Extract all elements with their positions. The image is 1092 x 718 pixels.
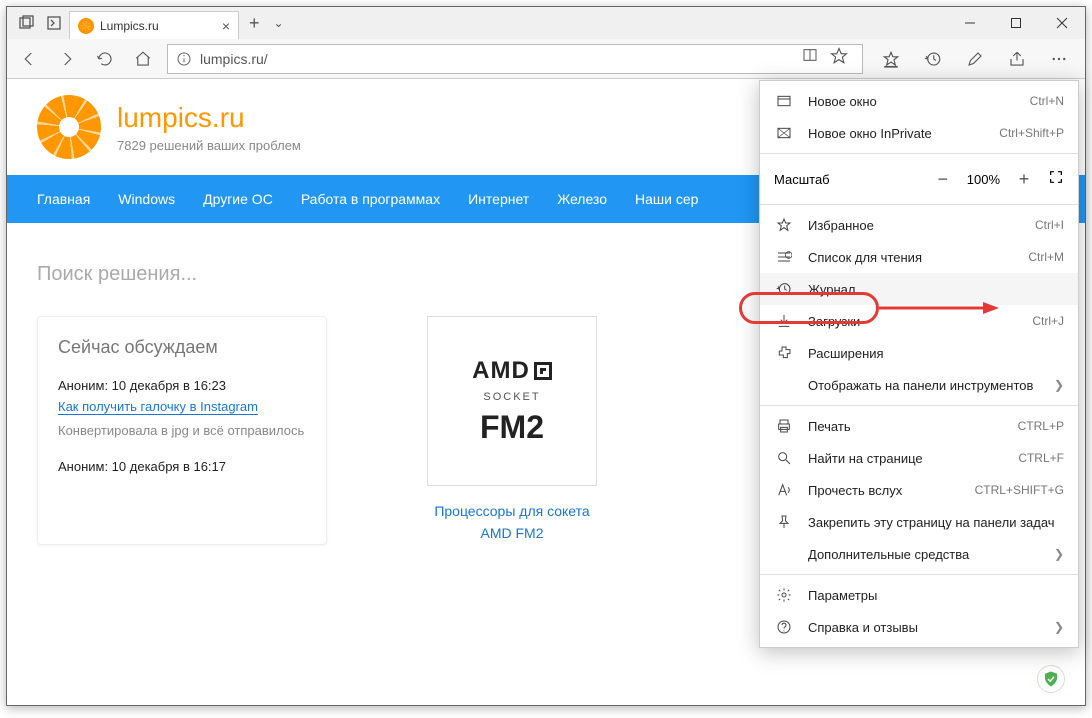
pin-icon	[774, 514, 794, 530]
fullscreen-icon[interactable]	[1048, 169, 1064, 190]
chevron-right-icon: ❯	[1054, 547, 1064, 561]
zoom-out-button[interactable]: −	[933, 169, 953, 190]
comment: Аноним: 10 декабря в 16:23 Как получить …	[58, 378, 306, 441]
star-icon	[774, 217, 794, 233]
help-icon	[774, 619, 794, 635]
favorites-hub-icon[interactable]	[873, 41, 909, 77]
notes-icon[interactable]	[957, 41, 993, 77]
menu-read-aloud[interactable]: Прочесть вслух CTRL+SHIFT+G	[760, 474, 1078, 506]
nav-item[interactable]: Работа в программах	[301, 191, 440, 207]
menu-new-inprivate[interactable]: Новое окно InPrivate Ctrl+Shift+P	[760, 117, 1078, 149]
tab-title: Lumpics.ru	[100, 19, 216, 33]
download-icon	[774, 313, 794, 329]
menu-print[interactable]: Печать CTRL+P	[760, 410, 1078, 442]
titlebar: Lumpics.ru × + ⌄	[7, 7, 1085, 39]
article-link-line[interactable]: Процессоры для сокета	[427, 500, 597, 522]
menu-favorites[interactable]: Избранное Ctrl+I	[760, 209, 1078, 241]
menu-pin-taskbar[interactable]: Закрепить эту страницу на панели задач	[760, 506, 1078, 538]
menu-zoom: Масштаб − 100% +	[760, 158, 1078, 200]
menu-extensions[interactable]: Расширения	[760, 337, 1078, 369]
inprivate-icon	[774, 125, 794, 141]
article-card[interactable]: AMD SOCKET FM2 Процессоры для сокета AMD…	[427, 316, 597, 545]
home-button[interactable]	[125, 41, 161, 77]
search-input[interactable]: Поиск решения...	[37, 263, 197, 285]
site-logo	[37, 95, 101, 159]
amd-thumbnail: AMD SOCKET FM2	[427, 316, 597, 486]
nav-item[interactable]: Главная	[37, 191, 90, 207]
amd-socket-label: SOCKET	[483, 391, 540, 403]
share-icon[interactable]	[999, 41, 1035, 77]
menu-downloads[interactable]: Загрузки Ctrl+J	[760, 305, 1078, 337]
menu-find[interactable]: Найти на странице CTRL+F	[760, 442, 1078, 474]
search-icon	[774, 450, 794, 466]
address-bar[interactable]: lumpics.ru/	[167, 44, 863, 74]
more-menu: Новое окно Ctrl+N Новое окно InPrivate C…	[759, 80, 1079, 648]
reading-list-icon	[774, 249, 794, 265]
discuss-heading: Сейчас обсуждаем	[58, 337, 306, 358]
comment-author: Аноним: 10 декабря в 16:17	[58, 459, 306, 474]
security-badge-icon[interactable]	[1037, 665, 1065, 693]
history-icon	[774, 281, 794, 297]
url-text: lumpics.ru/	[200, 51, 788, 67]
print-icon	[774, 418, 794, 434]
amd-socket-value: FM2	[480, 409, 544, 446]
nav-item[interactable]: Наши сер	[635, 191, 698, 207]
close-window-button[interactable]	[1039, 7, 1085, 39]
sidebar-discuss: Сейчас обсуждаем Аноним: 10 декабря в 16…	[37, 316, 327, 545]
menu-more-tools[interactable]: Дополнительные средства ❯	[760, 538, 1078, 570]
zoom-in-button[interactable]: +	[1014, 169, 1034, 190]
reading-view-icon[interactable]	[802, 47, 818, 70]
menu-settings[interactable]: Параметры	[760, 579, 1078, 611]
read-aloud-icon	[774, 482, 794, 498]
menu-new-window[interactable]: Новое окно Ctrl+N	[760, 85, 1078, 117]
article-link-line[interactable]: AMD FM2	[427, 522, 597, 544]
favorite-star-icon[interactable]	[830, 47, 848, 70]
nav-item[interactable]: Железо	[557, 191, 607, 207]
favicon-icon	[78, 18, 94, 34]
comment: Аноним: 10 декабря в 16:17	[58, 459, 306, 474]
amd-brand: AMD	[472, 357, 530, 385]
more-menu-button[interactable]	[1041, 41, 1077, 77]
nav-item[interactable]: Windows	[118, 191, 175, 207]
gear-icon	[774, 587, 794, 603]
site-subtitle: 7829 решений ваших проблем	[117, 138, 301, 153]
forward-button[interactable]	[49, 41, 85, 77]
chevron-right-icon: ❯	[1054, 378, 1064, 392]
new-tab-button[interactable]: +	[239, 13, 270, 34]
menu-history[interactable]: Журнал Ctrl+H	[760, 273, 1078, 305]
comment-body: Конвертировала в jpg и всё отправилось	[58, 421, 306, 441]
comment-author: Аноним: 10 декабря в 16:23	[58, 378, 306, 393]
back-button[interactable]	[11, 41, 47, 77]
menu-help[interactable]: Справка и отзывы ❯	[760, 611, 1078, 643]
amd-logo-icon	[534, 362, 552, 380]
tab-chevron-icon[interactable]: ⌄	[270, 16, 288, 30]
history-toolbar-icon[interactable]	[915, 41, 951, 77]
extensions-icon	[774, 345, 794, 361]
chevron-right-icon: ❯	[1054, 620, 1064, 634]
maximize-button[interactable]	[993, 7, 1039, 39]
browser-window: Lumpics.ru × + ⌄ lumpics.ru/	[6, 6, 1086, 706]
site-name: lumpics.ru	[117, 102, 301, 134]
menu-show-toolbar[interactable]: Отображать на панели инструментов ❯	[760, 369, 1078, 401]
set-aside-tabs-icon[interactable]	[47, 16, 63, 30]
address-bar-row: lumpics.ru/	[7, 39, 1085, 79]
site-info-icon[interactable]	[176, 51, 192, 67]
browser-tab[interactable]: Lumpics.ru ×	[69, 11, 239, 39]
tab-close-icon[interactable]: ×	[222, 18, 230, 34]
nav-item[interactable]: Другие ОС	[203, 191, 273, 207]
minimize-button[interactable]	[947, 7, 993, 39]
zoom-value: 100%	[967, 172, 1000, 187]
nav-item[interactable]: Интернет	[468, 191, 529, 207]
refresh-button[interactable]	[87, 41, 123, 77]
tab-preview-icon[interactable]	[19, 16, 35, 30]
comment-link[interactable]: Как получить галочку в Instagram	[58, 399, 258, 415]
window-icon	[774, 93, 794, 109]
menu-reading-list[interactable]: Список для чтения Ctrl+M	[760, 241, 1078, 273]
